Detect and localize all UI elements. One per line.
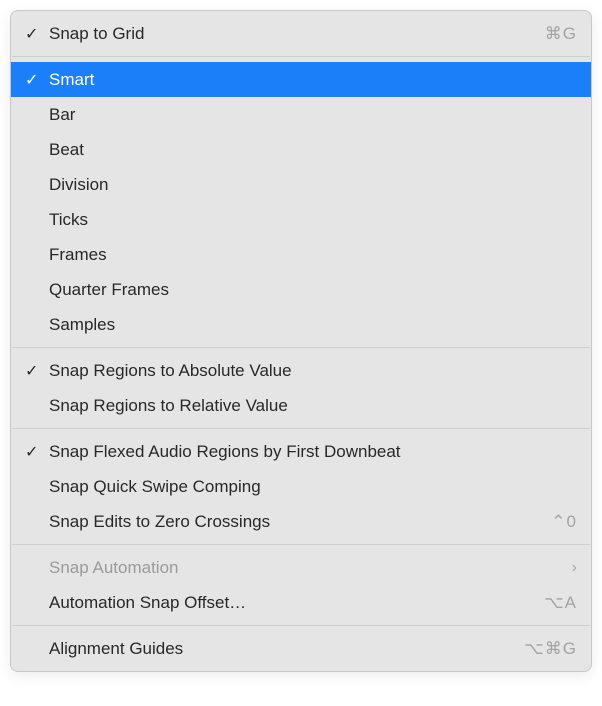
check-icon: ✓ bbox=[25, 361, 49, 381]
menu-item-label: Snap Regions to Relative Value bbox=[49, 396, 577, 416]
menu-item-snap-regions-relative[interactable]: ✓ Snap Regions to Relative Value bbox=[11, 388, 591, 423]
menu-item-quarter-frames[interactable]: ✓ Quarter Frames bbox=[11, 272, 591, 307]
menu-item-snap-quick-swipe[interactable]: ✓ Snap Quick Swipe Comping bbox=[11, 469, 591, 504]
menu-item-shortcut: ⌥A bbox=[544, 593, 577, 613]
menu-item-snap-to-grid[interactable]: ✓ Snap to Grid ⌘G bbox=[11, 16, 591, 51]
menu-separator bbox=[12, 625, 590, 626]
menu-item-label: Automation Snap Offset… bbox=[49, 593, 544, 613]
menu-item-frames[interactable]: ✓ Frames bbox=[11, 237, 591, 272]
menu-item-beat[interactable]: ✓ Beat bbox=[11, 132, 591, 167]
menu-separator bbox=[12, 428, 590, 429]
menu-item-label: Beat bbox=[49, 140, 577, 160]
check-icon: ✓ bbox=[25, 24, 49, 44]
menu-item-snap-zero-crossings[interactable]: ✓ Snap Edits to Zero Crossings ⌃0 bbox=[11, 504, 591, 539]
menu-item-label: Snap Flexed Audio Regions by First Downb… bbox=[49, 442, 577, 462]
menu-item-label: Bar bbox=[49, 105, 577, 125]
check-icon: ✓ bbox=[25, 70, 49, 90]
menu-item-shortcut: ⌥⌘G bbox=[524, 639, 577, 659]
menu-item-snap-regions-absolute[interactable]: ✓ Snap Regions to Absolute Value bbox=[11, 353, 591, 388]
menu-item-snap-flexed-audio[interactable]: ✓ Snap Flexed Audio Regions by First Dow… bbox=[11, 434, 591, 469]
menu-item-label: Snap Quick Swipe Comping bbox=[49, 477, 577, 497]
menu-item-label: Frames bbox=[49, 245, 577, 265]
menu-item-label: Division bbox=[49, 175, 577, 195]
menu-separator bbox=[12, 544, 590, 545]
menu-item-label: Snap Automation bbox=[49, 558, 566, 578]
menu-item-ticks[interactable]: ✓ Ticks bbox=[11, 202, 591, 237]
menu-item-division[interactable]: ✓ Division bbox=[11, 167, 591, 202]
menu-item-label: Quarter Frames bbox=[49, 280, 577, 300]
menu-item-snap-automation: ✓ Snap Automation › bbox=[11, 550, 591, 585]
menu-item-label: Samples bbox=[49, 315, 577, 335]
menu-item-bar[interactable]: ✓ Bar bbox=[11, 97, 591, 132]
menu-item-label: Ticks bbox=[49, 210, 577, 230]
menu-item-shortcut: ⌘G bbox=[545, 24, 577, 44]
chevron-right-icon: › bbox=[572, 559, 577, 577]
menu-item-samples[interactable]: ✓ Samples bbox=[11, 307, 591, 342]
menu-item-label: Snap Edits to Zero Crossings bbox=[49, 512, 551, 532]
menu-item-label: Snap Regions to Absolute Value bbox=[49, 361, 577, 381]
menu-item-alignment-guides[interactable]: ✓ Alignment Guides ⌥⌘G bbox=[11, 631, 591, 666]
snap-menu: ✓ Snap to Grid ⌘G ✓ Smart ✓ Bar ✓ Beat ✓… bbox=[10, 10, 592, 672]
menu-separator bbox=[12, 56, 590, 57]
menu-item-automation-snap-offset[interactable]: ✓ Automation Snap Offset… ⌥A bbox=[11, 585, 591, 620]
menu-item-label: Smart bbox=[49, 70, 577, 90]
menu-item-label: Snap to Grid bbox=[49, 24, 545, 44]
menu-separator bbox=[12, 347, 590, 348]
menu-item-smart[interactable]: ✓ Smart bbox=[11, 62, 591, 97]
check-icon: ✓ bbox=[25, 442, 49, 462]
menu-item-label: Alignment Guides bbox=[49, 639, 524, 659]
menu-item-shortcut: ⌃0 bbox=[551, 512, 577, 532]
